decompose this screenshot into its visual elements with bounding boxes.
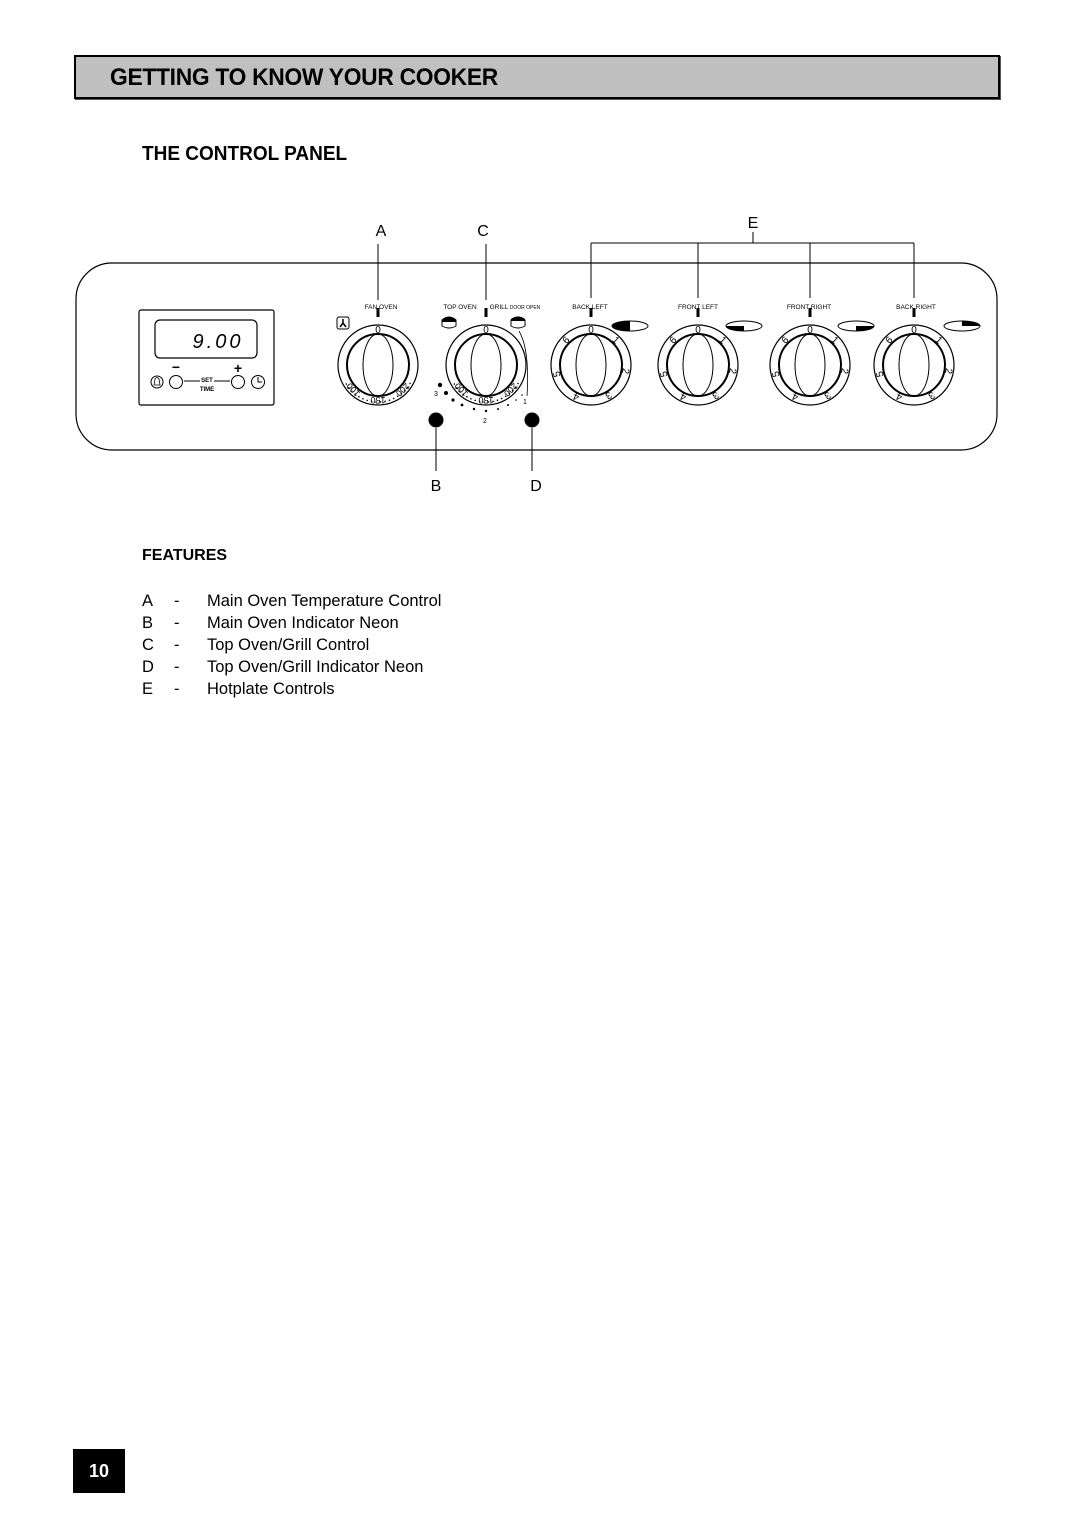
grill-scale-1: 1 xyxy=(523,399,527,406)
plus-button xyxy=(231,375,245,389)
grill-door-open-icon xyxy=(510,316,526,329)
grill-scale-3: 3 xyxy=(434,391,438,398)
knob-scale-label: 0 xyxy=(588,325,594,336)
knob-scale-label: 3 xyxy=(603,389,614,402)
features-title: FEATURES xyxy=(142,547,228,564)
feature-description: Hotplate Controls xyxy=(207,680,335,698)
fan-icon xyxy=(336,316,350,330)
knob-scale-label: 200 xyxy=(394,381,412,399)
feature-dash: - xyxy=(174,636,180,654)
minus-label: − xyxy=(172,359,180,375)
knob-scale-label: 100 xyxy=(344,381,362,399)
grill-scale-2: 2 xyxy=(483,418,487,425)
label-back-right: BACK RIGHT xyxy=(896,304,936,311)
hotplate-knob-front-right[interactable]: 0123456 xyxy=(769,308,851,406)
knob-scale-label: 0 xyxy=(375,325,381,336)
minus-button xyxy=(169,375,183,389)
plus-label: + xyxy=(234,360,242,376)
feature-letter: E xyxy=(142,680,154,698)
knob-scale-label: 0 xyxy=(483,325,489,336)
feature-dash: - xyxy=(174,614,180,632)
feature-dash: - xyxy=(174,680,180,698)
grill-scale-dot xyxy=(451,398,455,402)
timer-display-value: 9.00 xyxy=(193,331,244,353)
knob-scale-label: 150 xyxy=(478,395,493,405)
feature-dash: - xyxy=(174,592,180,610)
top-oven-grill-indicator-neon xyxy=(524,412,540,428)
feature-letter: B xyxy=(142,614,154,632)
knob-pointer-mark xyxy=(912,308,916,317)
callout-e: E xyxy=(748,215,759,232)
grill-scale-dot xyxy=(497,408,499,410)
knob-pointer-mark xyxy=(589,308,593,317)
hotplate-indicator-back-right xyxy=(943,320,981,332)
knob-scale-label: 4 xyxy=(678,390,688,403)
knob-scale-label: 0 xyxy=(911,325,917,336)
hotplate-indicator-front-right xyxy=(837,320,875,332)
knob-scale-label: 4 xyxy=(894,390,904,403)
fan-oven-knob[interactable]: 0 100 150 200 xyxy=(337,308,419,406)
knob-pointer-mark xyxy=(696,308,700,317)
knob-scale-label: 0 xyxy=(807,325,813,336)
grill-scale-dot xyxy=(472,407,476,411)
grill-scale-dot xyxy=(507,404,509,406)
top-oven-icon xyxy=(441,316,457,329)
callout-a: A xyxy=(376,223,387,240)
callout-c: C xyxy=(477,223,489,240)
time-label: TIME xyxy=(200,387,214,393)
label-top-oven: TOP OVEN xyxy=(443,304,477,311)
control-panel-diagram: A C E B D 9.00 − SET TIME + FAN OVEN TOP… xyxy=(75,215,998,495)
label-grill: GRILL xyxy=(490,304,509,311)
set-label: SET xyxy=(201,378,213,384)
label-fan-oven: FAN OVEN xyxy=(365,304,398,311)
knob-pointer-mark xyxy=(376,308,380,317)
hotplate-knob-front-left[interactable]: 0123456 xyxy=(657,308,739,406)
grill-scale-dot xyxy=(460,403,464,407)
hotplate-indicator-back-left xyxy=(611,320,649,332)
feature-letter: A xyxy=(142,592,154,610)
callout-d: D xyxy=(530,478,542,495)
page-number: 10 xyxy=(73,1449,125,1493)
feature-description: Top Oven/Grill Indicator Neon xyxy=(207,658,424,676)
feature-letter: D xyxy=(142,658,154,676)
feature-letter: C xyxy=(142,636,154,654)
top-oven-grill-knob[interactable]: 0 100 150 200 xyxy=(445,308,527,406)
knob-scale-label: 3 xyxy=(710,389,721,402)
grill-scale-dot xyxy=(444,391,448,395)
grill-scale-dot xyxy=(437,382,443,388)
grill-scale-dot xyxy=(521,394,523,396)
electronic-timer: 9.00 − SET TIME + xyxy=(138,309,275,406)
knob-scale-label: 100 xyxy=(452,381,470,399)
knob-scale-label: 200 xyxy=(502,381,520,399)
label-door-open: DOOR OPEN xyxy=(510,305,541,311)
knob-pointer-mark xyxy=(484,308,488,317)
clock-icon xyxy=(251,375,265,389)
grill-scale-dot xyxy=(515,399,517,401)
knob-scale-label: 4 xyxy=(571,390,581,403)
knob-scale-label: 3 xyxy=(926,389,937,402)
hotplate-knob-back-right[interactable]: 0123456 xyxy=(873,308,955,406)
feature-description: Main Oven Indicator Neon xyxy=(207,614,399,632)
bell-icon xyxy=(150,375,164,389)
feature-description: Top Oven/Grill Control xyxy=(207,636,370,654)
knob-scale-label: 150 xyxy=(370,395,385,405)
grill-scale-dot xyxy=(484,409,488,413)
feature-description: Main Oven Temperature Control xyxy=(207,592,442,610)
hotplate-indicator-front-left xyxy=(725,320,763,332)
knob-scale-label: 4 xyxy=(790,390,800,403)
feature-dash: - xyxy=(174,658,180,676)
callout-b: B xyxy=(431,478,442,495)
knob-scale-label: 0 xyxy=(695,325,701,336)
knob-pointer-mark xyxy=(808,308,812,317)
knob-scale-label: 3 xyxy=(822,389,833,402)
main-oven-indicator-neon xyxy=(428,412,444,428)
